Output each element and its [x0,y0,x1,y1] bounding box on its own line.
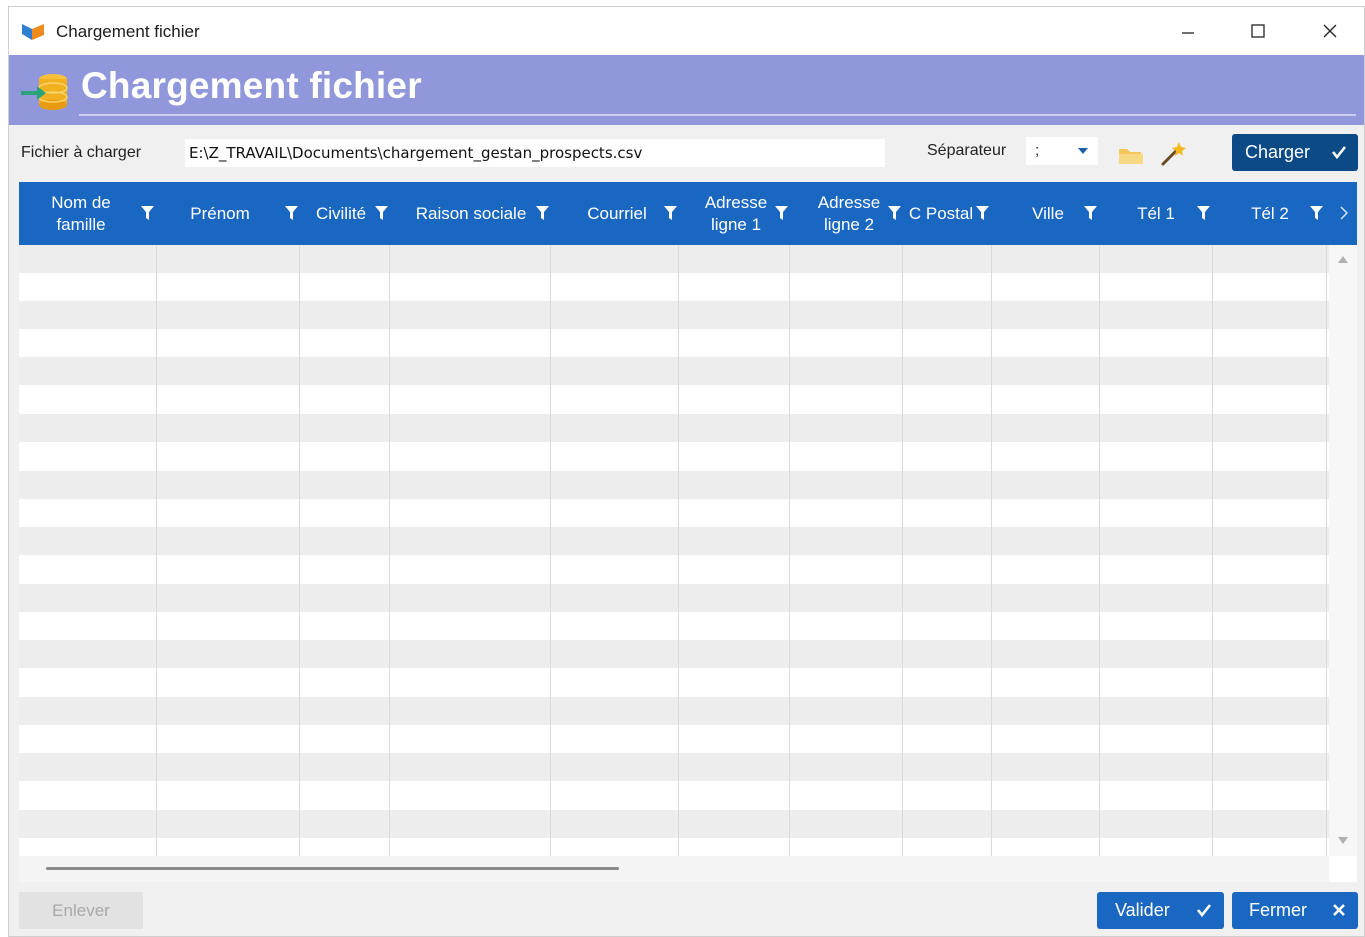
separator-label: Séparateur [927,142,1007,159]
column-divider [389,245,390,856]
column-header-c-postal[interactable]: C Postal [901,182,981,245]
valider-button[interactable]: Valider [1097,892,1224,929]
file-path-input[interactable]: E:\Z_TRAVAIL\Documents\chargement_gestan… [185,139,885,167]
scroll-down-icon[interactable] [1338,837,1348,844]
close-icon [1333,904,1345,916]
column-divider [1212,245,1213,856]
file-label: Fichier à charger [21,144,142,161]
horizontal-scroll-thumb[interactable] [46,867,619,870]
table-row[interactable] [19,697,1329,725]
dialog-window: Chargement fichier Chargement fichier Fi… [8,6,1365,937]
column-divider [902,245,903,856]
filter-icon[interactable] [536,206,549,220]
scroll-up-icon[interactable] [1338,256,1348,263]
minimize-icon [1182,32,1194,34]
horizontal-scrollbar[interactable] [19,856,1329,882]
charger-button-label: Charger [1245,142,1311,162]
filter-icon[interactable] [1197,206,1210,220]
maximize-icon [1251,24,1265,38]
table-row[interactable] [19,810,1329,838]
column-header-prenom[interactable]: Prénom [164,182,276,245]
column-divider [550,245,551,856]
title-bar: Chargement fichier [9,7,1364,55]
open-folder-button[interactable] [1117,143,1145,167]
separator-value: ; [1035,142,1040,159]
close-icon [1323,24,1337,38]
column-divider [299,245,300,856]
table-row[interactable] [19,357,1329,385]
database-import-icon [21,74,68,110]
filter-icon[interactable] [775,206,788,220]
filter-icon[interactable] [976,206,989,220]
vertical-scrollbar[interactable] [1329,245,1357,856]
filter-icon[interactable] [664,206,677,220]
column-header-courriel[interactable]: Courriel [559,182,675,245]
chevron-right-icon[interactable] [1340,206,1348,220]
charger-button[interactable]: Charger [1232,134,1358,171]
column-divider [1099,245,1100,856]
filter-icon[interactable] [375,206,388,220]
fermer-button-label: Fermer [1249,900,1307,920]
table-row[interactable] [19,301,1329,329]
window-title: Chargement fichier [56,22,200,41]
magic-wand-button[interactable] [1159,138,1187,168]
check-icon [1331,146,1347,159]
column-divider [156,245,157,856]
column-header-raison-sociale[interactable]: Raison sociale [397,182,545,245]
fermer-button[interactable]: Fermer [1232,892,1358,929]
banner-underline [79,114,1356,116]
magic-wand-icon [1161,142,1186,166]
filter-icon[interactable] [1310,206,1323,220]
filter-icon[interactable] [141,206,154,220]
close-button[interactable] [1295,7,1364,55]
maximize-button[interactable] [1223,7,1293,55]
column-header-ville[interactable]: Ville [999,182,1097,245]
column-header-tel-1[interactable]: Tél 1 [1107,182,1205,245]
table-row[interactable] [19,527,1329,555]
enlever-button-label: Enlever [52,900,110,920]
column-divider [1326,245,1327,856]
column-header-adresse-ligne-1[interactable]: Adresse ligne 1 [687,182,785,245]
minimize-button[interactable] [1153,7,1223,55]
grid-header: Nom de famille Prénom Civilité Raison so… [19,182,1357,245]
column-header-nom-de-famille[interactable]: Nom de famille [19,182,143,245]
app-logo-icon [22,24,44,40]
column-header-tel-2[interactable]: Tél 2 [1221,182,1319,245]
column-divider [789,245,790,856]
filter-icon[interactable] [888,206,901,220]
valider-button-label: Valider [1115,900,1170,920]
enlever-button[interactable]: Enlever [19,892,143,929]
folder-icon [1119,149,1143,164]
check-icon [1196,904,1212,917]
chevron-down-icon [1078,148,1088,154]
page-title: Chargement fichier [81,65,422,106]
column-divider [678,245,679,856]
column-header-civilite[interactable]: Civilité [304,182,378,245]
table-row[interactable] [19,245,1329,273]
table-row[interactable] [19,640,1329,668]
table-row[interactable] [19,414,1329,442]
table-row[interactable] [19,584,1329,612]
grid-body [19,245,1329,856]
filter-icon[interactable] [1084,206,1097,220]
column-header-adresse-ligne-2[interactable]: Adresse ligne 2 [798,182,900,245]
table-row[interactable] [19,753,1329,781]
column-divider [991,245,992,856]
separator-select[interactable]: ; [1026,137,1098,165]
filter-icon[interactable] [285,206,298,220]
table-row[interactable] [19,471,1329,499]
data-grid: Nom de famille Prénom Civilité Raison so… [19,182,1357,882]
